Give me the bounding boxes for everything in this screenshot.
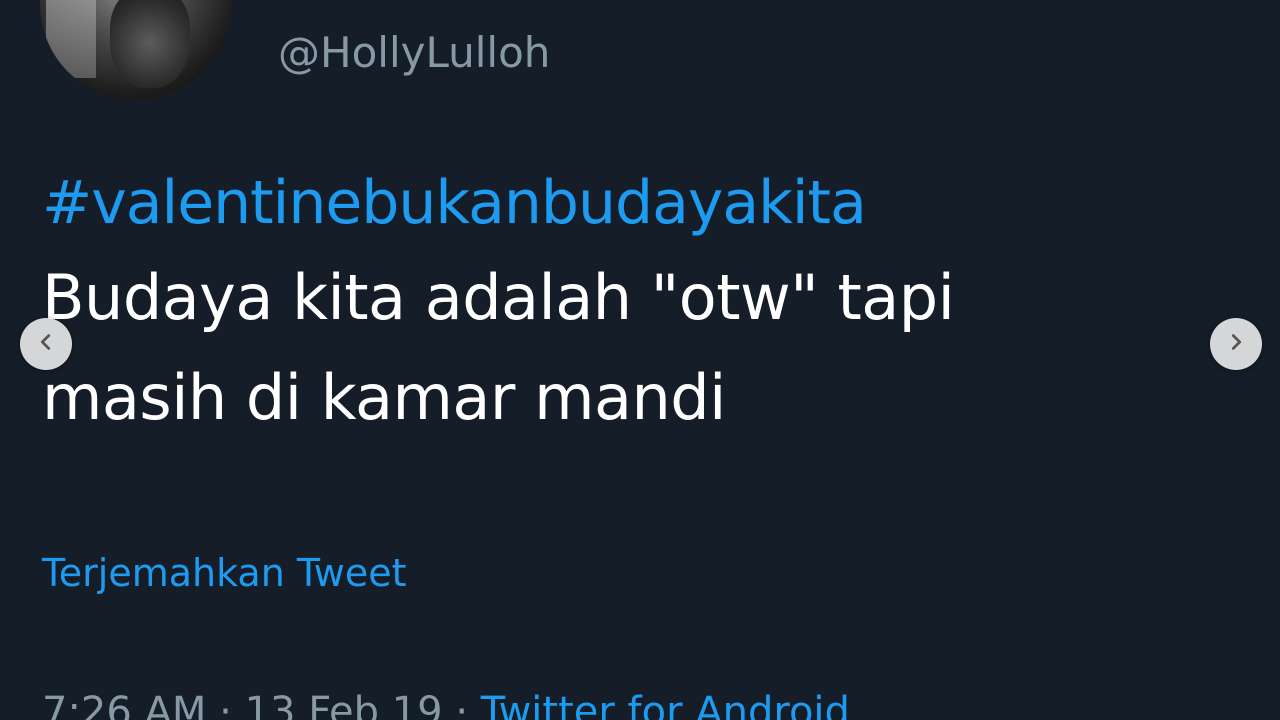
tweet-text-line-1: Budaya kita adalah "otw" tapi — [42, 261, 955, 334]
avatar[interactable] — [40, 0, 232, 100]
tweet-time: 7:26 AM — [42, 689, 207, 720]
avatar-background — [46, 0, 96, 78]
tweet-source-link[interactable]: Twitter for Android — [481, 689, 850, 720]
meta-separator: · — [455, 689, 481, 720]
user-handle[interactable]: @HollyLulloh — [278, 28, 550, 78]
translate-tweet-link[interactable]: Terjemahkan Tweet — [42, 550, 407, 596]
avatar-face — [110, 0, 190, 88]
carousel-next-button[interactable] — [1210, 318, 1262, 370]
chevron-right-icon — [1225, 331, 1247, 357]
hashtag-link[interactable]: #valentinebukanbudayakita — [42, 168, 867, 238]
tweet-date: 13 Feb 19 — [244, 689, 443, 720]
carousel-prev-button[interactable] — [20, 318, 72, 370]
tweet-text-line-2: masih di kamar mandi — [42, 361, 726, 434]
chevron-left-icon — [35, 331, 57, 357]
meta-separator: · — [219, 689, 245, 720]
tweet-meta: 7:26 AM · 13 Feb 19 · Twitter for Androi… — [42, 688, 850, 720]
